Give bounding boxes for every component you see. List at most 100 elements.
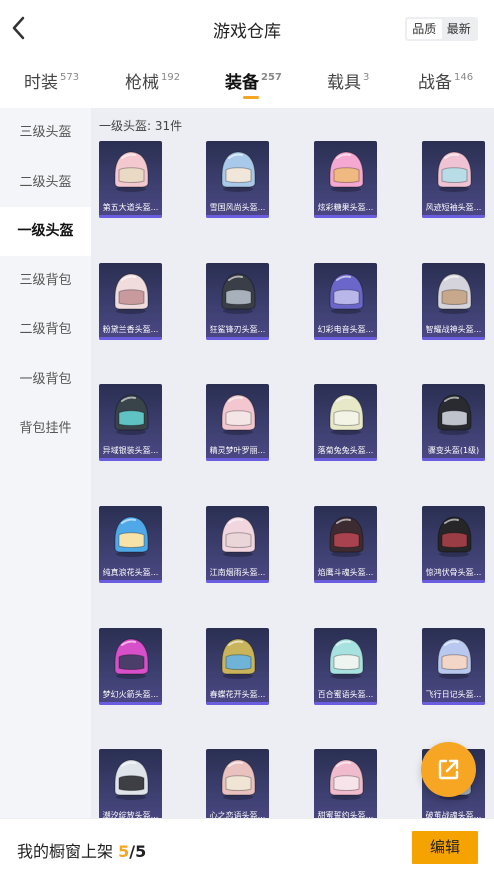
helmet-card[interactable]: 骤变头盔(1级) [422,384,485,461]
tab-vehicles[interactable]: 载具 3 [327,68,369,93]
helmet-card[interactable]: 梦幻火箭头盔... [99,628,162,705]
helmet-name: 潮汐绽放头盔... [102,811,159,818]
helmet-card[interactable]: 百合蜜语头盔... [314,628,377,705]
share-external-icon [438,759,459,780]
card-background: 智耀战神头盔... [422,263,485,340]
helmet-card[interactable]: 雪国风尚头盔... [206,141,269,218]
bottom-bar: 我的橱窗上架 5/5 编辑 [0,818,494,875]
helmet-icon [437,273,472,314]
sidebar-item-helmet-lv3[interactable]: 三级头盔 [0,108,91,157]
rarity-strip [314,215,377,218]
rarity-strip [99,337,162,340]
helmet-card[interactable]: 炫彩糖果头盔... [314,141,377,218]
rarity-strip [206,702,269,705]
tab-fashion[interactable]: 时装 573 [24,68,79,93]
rarity-strip [206,458,269,461]
card-background: 骤变头盔(1级) [422,384,485,461]
helmet-card[interactable]: 纯真浪花头盔... [99,506,162,583]
sort-latest-button[interactable]: 最新 [442,19,477,39]
share-button[interactable] [421,742,476,797]
rarity-strip [206,580,269,583]
helmet-icon [437,151,472,192]
helmet-icon [437,516,472,557]
helmet-card[interactable]: 精灵梦叶罗丽... [206,384,269,461]
helmet-name: 粉黛兰香头盔... [102,325,159,334]
card-background: 梦幻火箭头盔... [99,628,162,705]
helmet-card[interactable]: 江南烟雨头盔... [206,506,269,583]
helmet-name: 精灵梦叶罗丽... [209,446,266,455]
sidebar-item-helmet-lv2[interactable]: 二级头盔 [0,158,91,207]
active-tab-indicator [243,96,259,99]
tab-supplies[interactable]: 战备 146 [418,68,473,93]
helmet-icon [114,151,149,192]
helmet-name: 破茧战魂头盔... [425,811,482,818]
helmet-name: 骤变头盔(1级) [427,446,480,455]
rarity-strip [422,337,485,340]
helmet-icon [329,394,364,435]
helmet-card[interactable]: 幻彩电音头盔... [314,263,377,340]
helmet-name: 狂鲨锋刃头盔... [209,325,266,334]
helmet-name: 惊鸿伏骨头盔... [425,568,482,577]
card-background: 落菊兔兔头盔... [314,384,377,461]
helmet-icon [114,273,149,314]
helmet-card[interactable]: 风迹短袖头盔... [422,141,485,218]
tab-count: 573 [60,72,80,83]
helmet-card[interactable]: 春蝶花开头盔... [206,628,269,705]
helmet-icon [329,151,364,192]
sidebar-item-backpack-lv3[interactable]: 三级背包 [0,256,91,305]
helmet-card[interactable]: 狂鲨锋刃头盔... [206,263,269,340]
sort-toggle: 品质 最新 [405,17,478,41]
card-background: 精灵梦叶罗丽... [206,384,269,461]
helmet-card[interactable]: 潮汐绽放头盔... [99,749,162,818]
helmet-icon [329,759,364,800]
helmet-icon [329,516,364,557]
tab-count: 192 [161,72,181,83]
showcase-total: /5 [129,842,147,861]
sidebar-item-backpack-lv1[interactable]: 一级背包 [0,355,91,404]
helmet-card[interactable]: 智耀战神头盔... [422,263,485,340]
card-background: 惊鸿伏骨头盔... [422,506,485,583]
edit-button[interactable]: 编辑 [412,831,478,864]
helmet-card[interactable]: 惊鸿伏骨头盔... [422,506,485,583]
helmet-card[interactable]: 甜蜜誓约头盔... [314,749,377,818]
rarity-strip [422,215,485,218]
helmet-icon [221,394,256,435]
sidebar-item-backpack-pendant[interactable]: 背包挂件 [0,404,91,453]
helmet-card[interactable]: 异域银装头盔... [99,384,162,461]
helmet-icon [221,638,256,679]
helmet-icon [114,759,149,800]
sort-quality-button[interactable]: 品质 [407,19,442,39]
tab-count: 257 [261,72,282,83]
helmet-card[interactable]: 焰鹰斗魂头盔... [314,506,377,583]
helmet-card[interactable]: 心之恋语头盔... [206,749,269,818]
rarity-strip [99,580,162,583]
helmet-card[interactable]: 第五大道头盔... [99,141,162,218]
showcase-count: 5 [118,842,130,861]
helmet-card[interactable]: 飞行日记头盔... [422,628,485,705]
header: 游戏仓库 品质 最新 [0,0,494,58]
tab-guns[interactable]: 枪械 192 [125,68,180,93]
card-background: 风迹短袖头盔... [422,141,485,218]
helmet-name: 雪国风尚头盔... [209,203,266,212]
tab-label: 战备 [418,73,452,93]
sidebar-item-backpack-lv2[interactable]: 二级背包 [0,305,91,354]
card-background: 百合蜜语头盔... [314,628,377,705]
tab-label: 时装 [24,73,58,93]
rarity-strip [422,458,485,461]
rarity-strip [314,580,377,583]
helmet-name: 智耀战神头盔... [425,325,482,334]
helmet-icon [329,273,364,314]
helmet-card[interactable]: 落菊兔兔头盔... [314,384,377,461]
helmet-card[interactable]: 粉黛兰香头盔... [99,263,162,340]
helmet-icon [437,394,472,435]
card-background: 炫彩糖果头盔... [314,141,377,218]
card-background: 潮汐绽放头盔... [99,749,162,818]
rarity-strip [206,215,269,218]
section-title: 一级头盔: 31件 [99,119,183,133]
tab-equipment[interactable]: 装备 257 [225,68,282,99]
sidebar-item-helmet-lv1[interactable]: 一级头盔 [0,207,91,256]
rarity-strip [99,702,162,705]
rarity-strip [422,702,485,705]
card-background: 雪国风尚头盔... [206,141,269,218]
helmet-name: 焰鹰斗魂头盔... [317,568,374,577]
